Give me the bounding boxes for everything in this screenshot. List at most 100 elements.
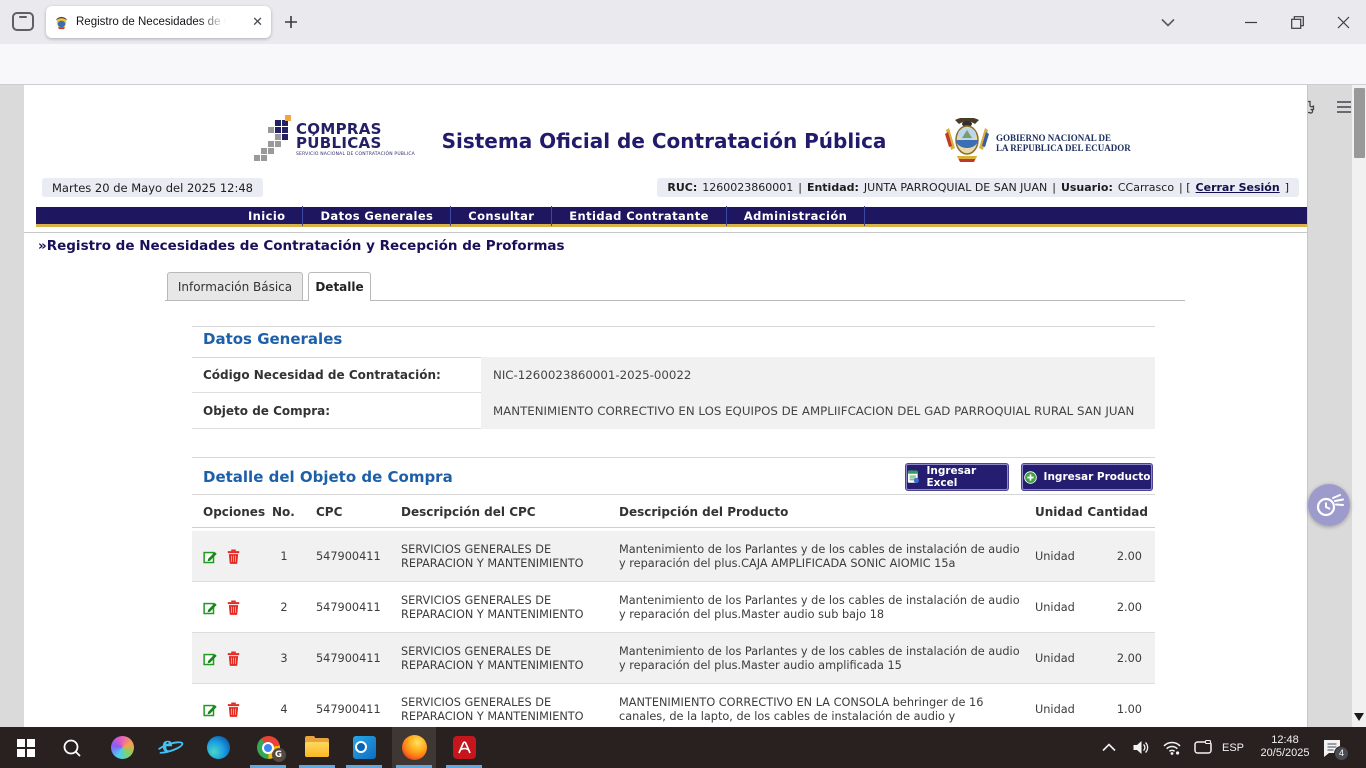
cell-cpc-desc: SERVICIOS GENERALES DE REPARACION Y MANT… xyxy=(401,582,606,633)
tab-list-chevron-icon[interactable] xyxy=(1154,10,1182,34)
tab-close-icon[interactable]: ✕ xyxy=(252,14,263,30)
col-cpc-desc: Descripción del CPC xyxy=(401,505,536,519)
taskbar-outlook-icon[interactable] xyxy=(342,727,386,768)
edit-icon[interactable] xyxy=(202,651,218,667)
ingresar-producto-button[interactable]: Ingresar Producto xyxy=(1022,464,1152,490)
main-navigation: Inicio Datos Generales Consultar Entidad… xyxy=(36,207,1308,227)
col-opciones: Opciones xyxy=(203,505,265,519)
logout-link[interactable]: Cerrar Sesión xyxy=(1196,181,1280,194)
cell-producto: MANTENIMIENTO CORRECTIVO EN LA CONSOLA b… xyxy=(619,684,1027,727)
delete-icon[interactable] xyxy=(225,549,241,565)
table-row: 2 547900411 SERVICIOS GENERALES DE REPAR… xyxy=(192,582,1155,633)
windows-taskbar: e G xyxy=(0,727,1366,768)
taskbar-search-icon[interactable] xyxy=(50,727,94,768)
ecuador-coat-of-arms xyxy=(945,118,989,166)
cell-no: 4 xyxy=(272,684,296,727)
scroll-down-arrow-icon[interactable] xyxy=(1354,713,1364,721)
edit-icon[interactable] xyxy=(202,600,218,616)
ingresar-excel-button[interactable]: Ingresar Excel xyxy=(906,464,1008,490)
dg-row-objeto: Objeto de Compra: MANTENIMIENTO CORRECTI… xyxy=(192,393,1155,429)
window-minimize-button[interactable] xyxy=(1237,10,1265,34)
cell-no: 1 xyxy=(272,531,296,582)
entidad-label: Entidad: xyxy=(807,181,859,194)
ruc-label: RUC: xyxy=(667,181,697,194)
compras-publicas-logo-icon xyxy=(252,115,292,165)
taskbar-firefox-icon[interactable] xyxy=(392,727,436,768)
clock-wings-icon xyxy=(1314,491,1344,519)
tray-volume-icon[interactable] xyxy=(1132,727,1150,768)
divider xyxy=(192,494,1155,495)
edit-icon[interactable] xyxy=(202,549,218,565)
cell-cantidad: 2.00 xyxy=(1068,531,1142,582)
divider xyxy=(192,326,1155,327)
dg-value: NIC-1260023860001-2025-00022 xyxy=(481,357,1155,393)
cell-no: 3 xyxy=(272,633,296,684)
cell-cpc-desc: SERVICIOS GENERALES DE REPARACION Y MANT… xyxy=(401,684,606,727)
cell-producto: Mantenimiento de los Parlantes y de los … xyxy=(619,633,1027,684)
window-restore-button[interactable] xyxy=(1283,10,1311,34)
cell-no: 2 xyxy=(272,582,296,633)
session-info-bar: RUC: 1260023860001 | Entidad: JUNTA PARR… xyxy=(657,178,1299,197)
cell-producto: Mantenimiento de los Parlantes y de los … xyxy=(619,531,1027,582)
taskbar-chrome-icon[interactable]: G xyxy=(246,727,290,768)
cell-cpc: 547900411 xyxy=(316,531,381,582)
table-row: 3 547900411 SERVICIOS GENERALES DE REPAR… xyxy=(192,633,1155,684)
col-prod-desc: Descripción del Producto xyxy=(619,505,788,519)
col-no: No. xyxy=(272,505,295,519)
taskbar-copilot-icon[interactable] xyxy=(100,727,144,768)
col-cpc: CPC xyxy=(316,505,342,519)
taskbar-file-explorer-icon[interactable] xyxy=(295,727,339,768)
table-row: 1 547900411 SERVICIOS GENERALES DE REPAR… xyxy=(192,531,1155,582)
cell-producto: Mantenimiento de los Parlantes y de los … xyxy=(619,582,1027,633)
taskbar-edge-icon[interactable] xyxy=(196,727,240,768)
divider xyxy=(192,527,1155,528)
datos-generales-heading: Datos Generales xyxy=(203,330,342,348)
start-button[interactable] xyxy=(4,727,48,768)
cell-cantidad: 2.00 xyxy=(1068,582,1142,633)
government-text: GOBIERNO NACIONAL DE LA REPUBLICA DEL EC… xyxy=(996,133,1131,153)
nav-item-datos-generales[interactable]: Datos Generales xyxy=(303,206,451,226)
nav-item-entidad-contratante[interactable]: Entidad Contratante xyxy=(552,206,727,226)
ruc-value: 1260023860001 xyxy=(702,181,793,194)
dg-value: MANTENIMIENTO CORRECTIVO EN LOS EQUIPOS … xyxy=(481,393,1155,429)
delete-icon[interactable] xyxy=(225,600,241,616)
usuario-label: Usuario: xyxy=(1061,181,1113,194)
tray-chevron-up-icon[interactable] xyxy=(1102,727,1116,768)
col-unidad: Unidad xyxy=(1035,505,1083,519)
scrollbar-thumb[interactable] xyxy=(1354,88,1365,158)
tray-notification-icon[interactable]: 4 xyxy=(1322,727,1342,768)
window-close-button[interactable] xyxy=(1329,10,1357,34)
floating-extension-button[interactable] xyxy=(1308,484,1350,526)
tray-language-indicator[interactable]: ESP xyxy=(1222,727,1244,768)
excel-file-icon xyxy=(907,470,919,484)
detalle-heading: Detalle del Objeto de Compra xyxy=(203,468,453,486)
add-plus-icon xyxy=(1024,471,1037,484)
tab-detalle[interactable]: Detalle xyxy=(308,272,371,301)
screen: Registro de Necesidades de Co ✕ xyxy=(0,0,1366,768)
nav-item-administracion[interactable]: Administración xyxy=(727,206,865,226)
tray-time: 12:48 xyxy=(1255,734,1315,747)
divider xyxy=(192,457,1155,458)
new-tab-button[interactable] xyxy=(281,12,301,32)
edit-icon[interactable] xyxy=(202,702,218,718)
delete-icon[interactable] xyxy=(225,702,241,718)
tray-connect-display-icon[interactable] xyxy=(1194,727,1212,768)
cell-cantidad: 1.00 xyxy=(1068,684,1142,727)
tray-clock[interactable]: 12:48 20/5/2025 xyxy=(1255,727,1315,768)
tray-wifi-icon[interactable] xyxy=(1163,727,1181,768)
tab-informacion-basica[interactable]: Información Básica xyxy=(167,272,303,300)
nav-item-inicio[interactable]: Inicio xyxy=(231,206,303,226)
taskbar-internet-explorer-icon[interactable]: e xyxy=(148,727,192,768)
tab-title: Registro de Necesidades de Co xyxy=(76,16,226,28)
dg-row-codigo: Código Necesidad de Contratación: NIC-12… xyxy=(192,357,1155,393)
notification-count-badge: 4 xyxy=(1334,746,1349,761)
nav-item-consultar[interactable]: Consultar xyxy=(451,206,552,226)
taskbar-acrobat-icon[interactable] xyxy=(442,727,486,768)
firefox-view-icon[interactable] xyxy=(12,12,34,31)
tab-favicon-ecuador-crest xyxy=(54,15,69,30)
vertical-scrollbar[interactable] xyxy=(1352,85,1366,727)
browser-tab[interactable]: Registro de Necesidades de Co ✕ xyxy=(46,6,271,38)
divider xyxy=(24,232,1308,233)
web-page: COMPRAS PÚBLICAS SERVICIO NACIONAL DE CO… xyxy=(24,85,1308,727)
delete-icon[interactable] xyxy=(225,651,241,667)
